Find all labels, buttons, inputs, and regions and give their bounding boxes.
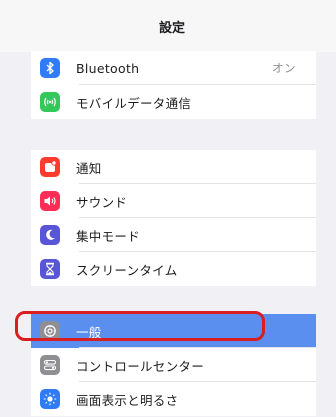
settings-item-label: 画面表示と明るさ: [76, 392, 179, 408]
settings-screen: 設定 Bluetooth オン モバイルデータ通信 通知 サウンド 集中モード …: [0, 0, 336, 417]
settings-item-sounds[interactable]: サウンド: [31, 184, 316, 218]
bluetooth-status-value: オン: [272, 61, 296, 75]
bluetooth-icon: [40, 58, 60, 78]
hourglass-icon: [40, 259, 60, 279]
settings-item-label: 通知: [76, 160, 102, 176]
speaker-icon: [40, 191, 60, 211]
settings-item-label: スクリーンタイム: [76, 262, 178, 278]
settings-group-connectivity: Bluetooth オン モバイルデータ通信: [31, 51, 316, 119]
settings-item-label: コントロールセンター: [76, 358, 205, 374]
moon-icon: [40, 225, 60, 245]
navigation-header: 設定: [0, 0, 336, 52]
settings-group-general: 一般 コントロールセンター 画面表示と明るさ: [31, 314, 316, 416]
settings-item-bluetooth[interactable]: Bluetooth オン: [31, 51, 316, 85]
settings-item-display-brightness[interactable]: 画面表示と明るさ: [31, 382, 316, 416]
settings-item-label: 一般: [76, 324, 102, 340]
cellular-antenna-icon: [40, 92, 60, 112]
settings-item-general[interactable]: 一般: [31, 314, 316, 348]
settings-group-notifications: 通知 サウンド 集中モード スクリーンタイム: [31, 150, 316, 286]
settings-item-control-center[interactable]: コントロールセンター: [31, 348, 316, 382]
settings-item-label: Bluetooth: [76, 60, 140, 76]
brightness-icon: [40, 389, 60, 409]
settings-item-mobile-data[interactable]: モバイルデータ通信: [31, 85, 316, 119]
notification-icon: [40, 157, 60, 177]
settings-item-focus[interactable]: 集中モード: [31, 218, 316, 252]
settings-item-notifications[interactable]: 通知: [31, 150, 316, 184]
page-title: 設定: [158, 20, 185, 36]
gear-icon: [40, 321, 60, 341]
toggle-switches-icon: [40, 355, 60, 375]
settings-item-label: モバイルデータ通信: [76, 95, 192, 111]
settings-item-label: 集中モード: [76, 228, 141, 244]
settings-item-label: サウンド: [76, 194, 128, 210]
settings-item-screen-time[interactable]: スクリーンタイム: [31, 252, 316, 286]
